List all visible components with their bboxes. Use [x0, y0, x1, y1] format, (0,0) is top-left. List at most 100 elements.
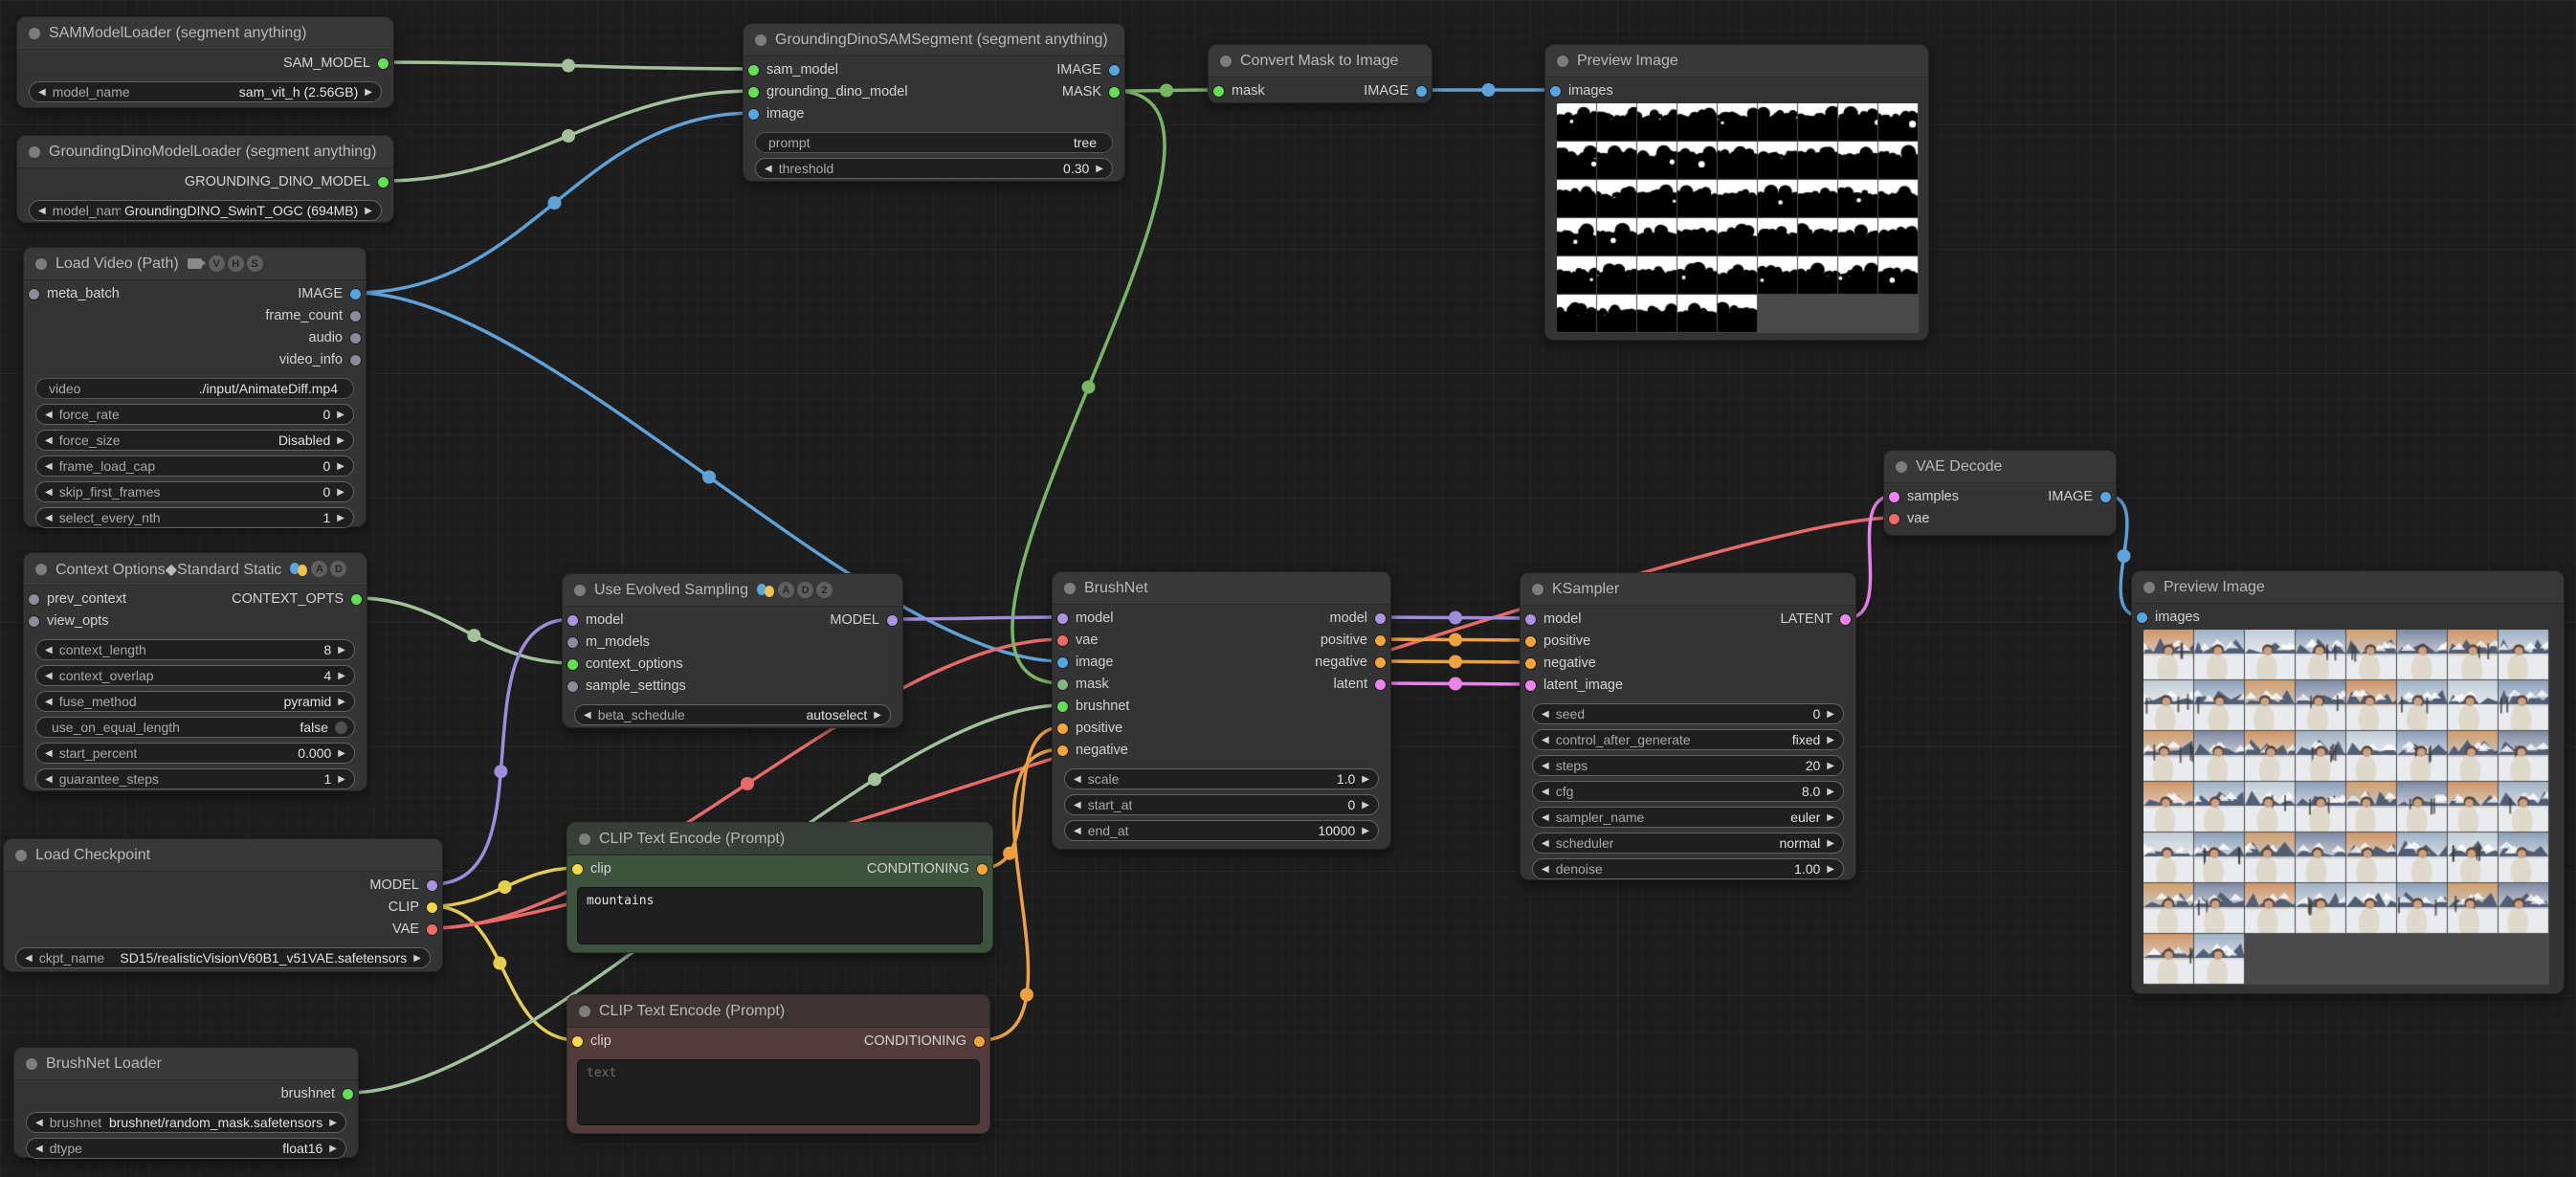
decrement-arrow-icon[interactable]: ◀	[45, 513, 53, 523]
output-dot-IMAGE[interactable]	[1109, 65, 1120, 76]
input-dot-mask[interactable]	[1213, 86, 1224, 97]
input-dot-sam_model[interactable]	[748, 65, 759, 76]
increment-arrow-icon[interactable]: ▶	[1827, 709, 1834, 720]
widget-ckpt_name[interactable]: ◀ckpt_nameSD15/realisticVisionV60B1_v51V…	[15, 947, 431, 968]
increment-arrow-icon[interactable]: ▶	[1827, 761, 1834, 771]
input-dot-negative[interactable]	[1525, 658, 1536, 669]
widget-context_length[interactable]: ◀context_length8▶	[35, 639, 355, 660]
input-slot-grounding_dino_model[interactable]: grounding_dino_model	[748, 82, 908, 101]
decrement-arrow-icon[interactable]: ◀	[584, 710, 591, 721]
widget-fuse_method[interactable]: ◀fuse_methodpyramid▶	[35, 691, 355, 712]
increment-arrow-icon[interactable]: ▶	[329, 1118, 337, 1128]
widget-force_size[interactable]: ◀force_sizeDisabled▶	[35, 430, 354, 451]
node-sam[interactable]: SAMModelLoader (segment anything) SAM_MOD…	[16, 16, 394, 108]
node-clipPos[interactable]: CLIP Text Encode (Prompt)clipCONDITIONIN…	[566, 822, 993, 953]
output-slot-audio[interactable]: audio	[309, 328, 361, 347]
collapse-dot-icon[interactable]	[1896, 461, 1907, 473]
output-slot-video_info[interactable]: video_info	[279, 350, 361, 369]
input-slot-negative[interactable]: negative	[1057, 741, 1128, 760]
output-slot-SAM_MODEL[interactable]: SAM_MODEL	[283, 54, 389, 73]
widget-steps[interactable]: ◀steps20▶	[1532, 755, 1844, 776]
input-slot-meta_batch[interactable]: meta_batch	[29, 284, 120, 303]
collapse-dot-icon[interactable]	[1557, 56, 1568, 67]
input-slot-clip[interactable]: clip	[572, 1032, 611, 1051]
widget-skip_first_frames[interactable]: ◀skip_first_frames0▶	[35, 481, 354, 502]
decrement-arrow-icon[interactable]: ◀	[1074, 774, 1081, 785]
decrement-arrow-icon[interactable]: ◀	[45, 748, 53, 759]
input-dot-negative[interactable]	[1057, 745, 1068, 756]
increment-arrow-icon[interactable]: ▶	[337, 513, 344, 523]
input-dot-vae[interactable]	[1889, 514, 1899, 524]
input-slot-context_options[interactable]: context_options	[567, 655, 683, 674]
increment-arrow-icon[interactable]: ▶	[1362, 774, 1369, 785]
input-slot-latent_image[interactable]: latent_image	[1525, 676, 1623, 695]
decrement-arrow-icon[interactable]: ◀	[1542, 812, 1549, 823]
prompt-textarea[interactable]: text	[577, 1059, 980, 1125]
widget-context_overlap[interactable]: ◀context_overlap4▶	[35, 665, 355, 686]
input-slot-positive[interactable]: positive	[1525, 632, 1590, 651]
decrement-arrow-icon[interactable]: ◀	[1542, 709, 1549, 720]
increment-arrow-icon[interactable]: ▶	[1827, 787, 1834, 797]
node-title-bar[interactable]: GroundingDinoSAMSegment (segment anythin…	[744, 24, 1124, 56]
input-slot-view_opts[interactable]: view_opts	[29, 611, 108, 631]
decrement-arrow-icon[interactable]: ◀	[38, 87, 46, 98]
decrement-arrow-icon[interactable]: ◀	[1542, 864, 1549, 875]
toggle-knob-icon[interactable]	[335, 722, 347, 734]
decrement-arrow-icon[interactable]: ◀	[45, 410, 53, 420]
input-slot-clip[interactable]: clip	[572, 859, 611, 878]
node-ctx[interactable]: Context Options◆Standard StaticADprev_co…	[23, 552, 367, 791]
node-ues[interactable]: Use Evolved SamplingAD2modelm_modelscont…	[562, 573, 903, 728]
collapse-dot-icon[interactable]	[29, 146, 40, 158]
input-slot-sam_model[interactable]: sam_model	[748, 60, 838, 79]
decrement-arrow-icon[interactable]: ◀	[45, 697, 53, 707]
output-dot-MASK[interactable]	[1109, 87, 1120, 98]
node-gds[interactable]: GroundingDinoSAMSegment (segment anythin…	[743, 23, 1125, 182]
collapse-dot-icon[interactable]	[35, 564, 47, 575]
widget-dtype[interactable]: ◀dtypefloat16▶	[26, 1138, 346, 1159]
output-slot-MODEL[interactable]: MODEL	[830, 611, 898, 630]
decrement-arrow-icon[interactable]: ◀	[45, 774, 53, 785]
output-slot-IMAGE[interactable]: IMAGE	[2048, 487, 2111, 506]
decrement-arrow-icon[interactable]: ◀	[1542, 735, 1549, 745]
increment-arrow-icon[interactable]: ▶	[413, 953, 421, 964]
output-dot-GROUNDING_DINO_MODEL[interactable]	[378, 177, 389, 188]
input-dot-clip[interactable]	[572, 864, 583, 875]
output-dot-audio[interactable]	[350, 333, 361, 344]
output-slot-GROUNDING_DINO_MODEL[interactable]: GROUNDING_DINO_MODEL	[185, 172, 389, 191]
output-dot-LATENT[interactable]	[1840, 614, 1851, 625]
input-slot-vae[interactable]: vae	[1057, 631, 1098, 650]
node-title-bar[interactable]: SAMModelLoader (segment anything)	[17, 17, 393, 50]
input-dot-images[interactable]	[1550, 86, 1561, 97]
output-slot-negative[interactable]: negative	[1315, 653, 1386, 672]
input-slot-brushnet[interactable]: brushnet	[1057, 697, 1129, 716]
node-vaedec[interactable]: VAE DecodesamplesvaeIMAGE	[1883, 450, 2117, 536]
collapse-dot-icon[interactable]	[574, 585, 586, 596]
input-dot-positive[interactable]	[1057, 723, 1068, 734]
node-bn[interactable]: BrushNetmodelvaeimagemaskbrushnetpositiv…	[1052, 571, 1391, 850]
input-slot-negative[interactable]: negative	[1525, 654, 1596, 673]
input-dot-clip[interactable]	[572, 1036, 583, 1047]
increment-arrow-icon[interactable]: ▶	[1827, 735, 1834, 745]
output-dot-positive[interactable]	[1375, 635, 1386, 646]
decrement-arrow-icon[interactable]: ◀	[45, 671, 53, 681]
increment-arrow-icon[interactable]: ▶	[337, 461, 344, 472]
node-ks[interactable]: KSampler model positive negative latent_imag…	[1520, 572, 1856, 880]
output-dot-IMAGE[interactable]	[1416, 86, 1427, 97]
input-slot-vae[interactable]: vae	[1889, 509, 1929, 528]
node-bnl[interactable]: BrushNet Loaderbrushnet◀brushnetbrushnet…	[13, 1047, 359, 1158]
node-title-bar[interactable]: BrushNet Loader	[14, 1048, 358, 1080]
collapse-dot-icon[interactable]	[2143, 582, 2155, 593]
decrement-arrow-icon[interactable]: ◀	[1074, 800, 1081, 811]
input-dot-view_opts[interactable]	[29, 616, 39, 627]
decrement-arrow-icon[interactable]: ◀	[38, 206, 46, 216]
input-dot-vae[interactable]	[1057, 635, 1068, 646]
output-dot-IMAGE[interactable]	[2100, 492, 2111, 502]
node-title-bar[interactable]: CLIP Text Encode (Prompt)	[567, 995, 989, 1028]
increment-arrow-icon[interactable]: ▶	[337, 487, 344, 498]
widget-seed[interactable]: ◀seed0▶	[1532, 703, 1844, 724]
widget-cfg[interactable]: ◀cfg8.0▶	[1532, 781, 1844, 802]
input-slot-model[interactable]: model	[1525, 610, 1582, 629]
widget-use_on_equal_length[interactable]: use_on_equal_lengthfalse	[35, 717, 355, 738]
node-title-bar[interactable]: KSampler	[1521, 573, 1855, 606]
input-slot-image[interactable]: image	[1057, 653, 1114, 672]
